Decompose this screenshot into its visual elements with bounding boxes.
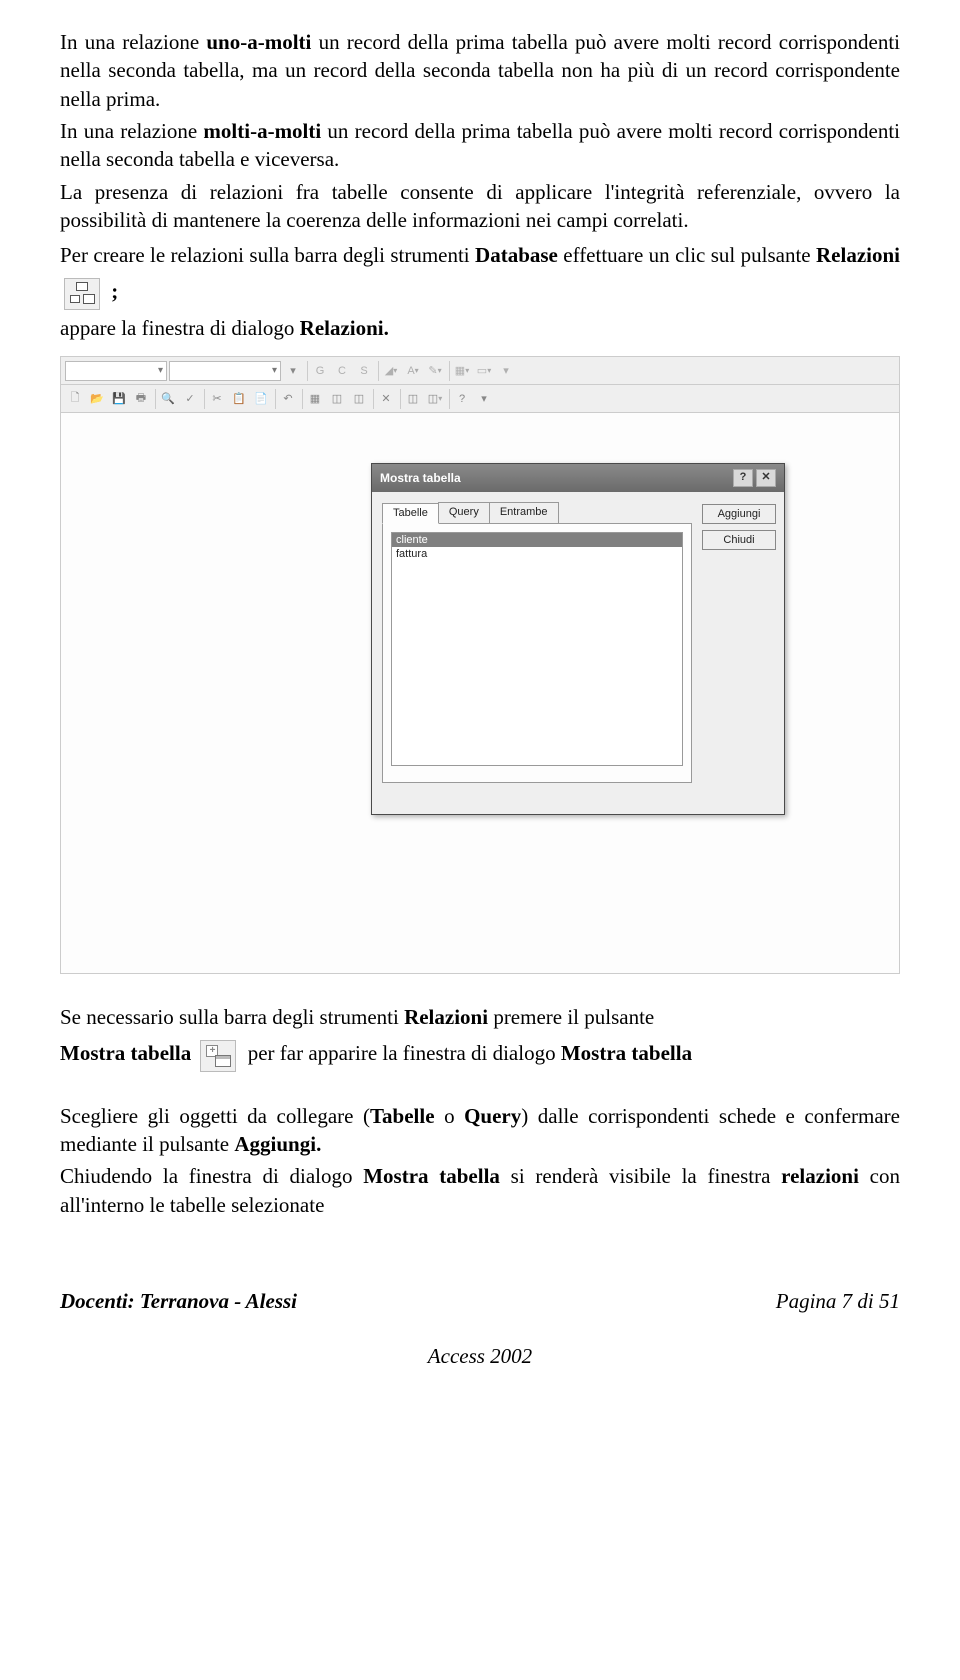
spellcheck-button[interactable]: ✓: [180, 389, 200, 409]
list-item[interactable]: cliente: [392, 533, 682, 547]
footer-docenti: Docenti: Terranova - Alessi: [60, 1289, 297, 1314]
paste-button[interactable]: 📄: [251, 389, 271, 409]
dbwindow-button[interactable]: ◫: [425, 389, 445, 409]
dialog-help-button[interactable]: ?: [733, 469, 753, 487]
relazioni-icon: [64, 278, 100, 310]
page-footer: Docenti: Terranova - Alessi Pagina 7 di …: [60, 1289, 900, 1314]
bold-button[interactable]: G: [307, 361, 330, 381]
font-color-button[interactable]: A: [403, 361, 423, 381]
tab-query[interactable]: Query: [438, 502, 490, 523]
dialog-title: Mostra tabella: [380, 471, 730, 485]
copy-button[interactable]: 📋: [229, 389, 249, 409]
undo-button[interactable]: ↶: [275, 389, 298, 409]
empty-dropdown[interactable]: ▾: [283, 361, 303, 381]
list-item[interactable]: fattura: [392, 547, 682, 561]
paragraph-appare-finestra: appare la finestra di dialogo Relazioni.: [60, 314, 900, 342]
directrel-button[interactable]: ◫: [327, 389, 347, 409]
relazioni-canvas: Mostra tabella ? ✕ Tabelle Query Entramb…: [60, 413, 900, 974]
paragraph-relazioni-action: Per creare le relazioni sulla barra degl…: [60, 238, 900, 309]
delete-button[interactable]: ✕: [373, 389, 396, 409]
paragraph-mostra-tabella: Se necessario sulla barra degli strument…: [60, 1000, 900, 1071]
dialog-tab-panel: cliente fattura: [382, 523, 692, 783]
border-button[interactable]: ▭: [474, 361, 494, 381]
save-button[interactable]: 💾: [109, 389, 129, 409]
toolbar-row-standard: 🗋 📂 💾 🖶 🔍 ✓ ✂ 📋 📄 ↶ ▦ ◫ ◫ ✕ ◫ ◫ ? ▾: [61, 385, 899, 412]
dialog-titlebar[interactable]: Mostra tabella ? ✕: [372, 464, 784, 492]
more2-button[interactable]: ▾: [474, 389, 494, 409]
dialog-tabs: Tabelle Query Entrambe: [382, 502, 774, 523]
font-name-dropdown[interactable]: [65, 361, 167, 381]
underline-button[interactable]: S: [354, 361, 374, 381]
chiudi-button[interactable]: Chiudi: [702, 530, 776, 550]
line-color-button[interactable]: ✎: [425, 361, 445, 381]
footer-title: Access 2002: [60, 1344, 900, 1369]
newquery-button[interactable]: ◫: [400, 389, 423, 409]
paragraph-integrita: La presenza di relazioni fra tabelle con…: [60, 178, 900, 235]
new-button[interactable]: 🗋: [65, 389, 85, 409]
tables-listbox[interactable]: cliente fattura: [391, 532, 683, 766]
tab-tabelle[interactable]: Tabelle: [382, 503, 439, 524]
more-button[interactable]: ▾: [496, 361, 516, 381]
help-button[interactable]: ?: [449, 389, 472, 409]
preview-button[interactable]: 🔍: [155, 389, 178, 409]
toolbar-area: ▾ G C S ◢ A ✎ ▦ ▭ ▾ 🗋 📂 💾 🖶 🔍 ✓ ✂ 📋 📄 ↶ …: [60, 356, 900, 413]
paragraph-uno-a-molti: In una relazione uno-a-molti un record d…: [60, 28, 900, 113]
print-button[interactable]: 🖶: [131, 389, 151, 409]
showtable-button[interactable]: ▦: [302, 389, 325, 409]
dialog-close-button[interactable]: ✕: [756, 469, 776, 487]
mostra-tabella-icon: [200, 1040, 236, 1072]
allrel-button[interactable]: ◫: [349, 389, 369, 409]
open-button[interactable]: 📂: [87, 389, 107, 409]
tab-entrambe[interactable]: Entrambe: [489, 502, 559, 523]
toolbar-row-formatting: ▾ G C S ◢ A ✎ ▦ ▭ ▾: [61, 357, 899, 385]
italic-button[interactable]: C: [332, 361, 352, 381]
cut-button[interactable]: ✂: [204, 389, 227, 409]
paragraph-chiudendo: Chiudendo la finestra di dialogo Mostra …: [60, 1162, 900, 1219]
paragraph-molti-a-molti: In una relazione molti-a-molti un record…: [60, 117, 900, 174]
fill-color-button[interactable]: ◢: [378, 361, 401, 381]
footer-page-number: Pagina 7 di 51: [776, 1289, 900, 1314]
font-size-dropdown[interactable]: [169, 361, 281, 381]
grid-button[interactable]: ▦: [449, 361, 472, 381]
mostra-tabella-dialog: Mostra tabella ? ✕ Tabelle Query Entramb…: [371, 463, 785, 815]
paragraph-scegliere-oggetti: Scegliere gli oggetti da collegare (Tabe…: [60, 1102, 900, 1159]
